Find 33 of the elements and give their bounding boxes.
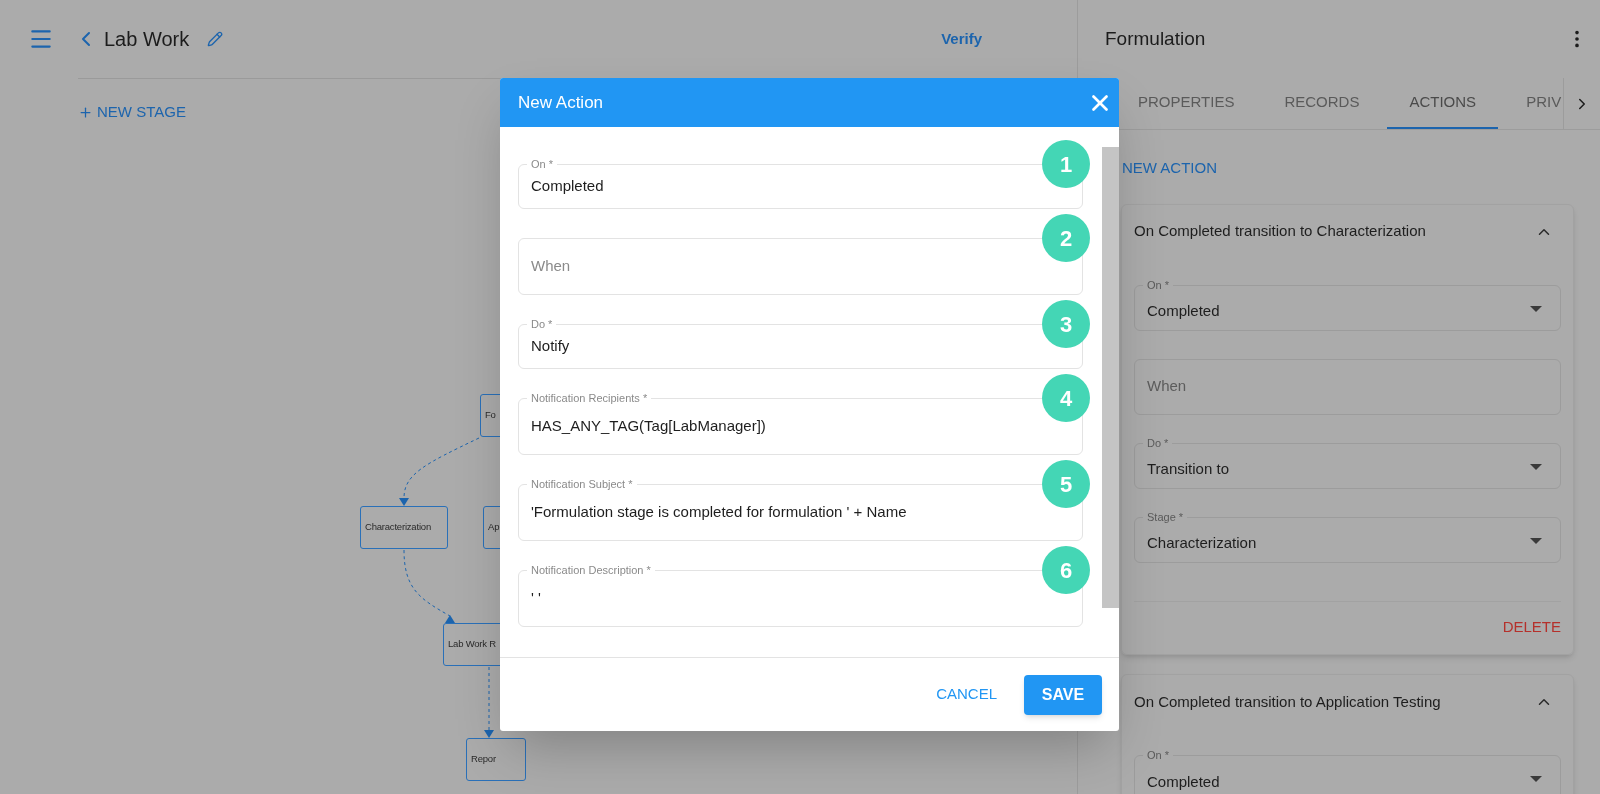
tab[interactable]: ACTIONS bbox=[1387, 78, 1499, 129]
edit-icon[interactable] bbox=[207, 31, 224, 47]
dialog-title: New Action bbox=[518, 91, 604, 114]
caret-icon bbox=[1530, 305, 1542, 312]
stage-node[interactable]: Characterization bbox=[360, 505, 448, 549]
step-badge: 4 bbox=[1042, 374, 1090, 422]
field-value: Completed bbox=[531, 176, 604, 197]
caret-icon bbox=[1530, 537, 1542, 544]
field-value: Completed bbox=[1147, 771, 1220, 792]
panel-title: Formulation bbox=[1105, 26, 1206, 51]
caret-icon bbox=[1530, 463, 1542, 470]
action-title: On Completed transition to Characterization bbox=[1134, 221, 1426, 242]
field-value: Completed bbox=[1147, 301, 1220, 322]
step-badge: 1 bbox=[1042, 140, 1090, 188]
field-value: 'Formulation stage is completed for formulation ' + Name bbox=[531, 502, 907, 523]
caret-icon bbox=[1530, 776, 1542, 782]
field-value: Characterization bbox=[1147, 533, 1257, 554]
field-value: Transition to bbox=[1147, 459, 1229, 480]
stage-node[interactable]: Repor bbox=[466, 737, 526, 781]
action-title: On Completed transition to Application Testing bbox=[1134, 691, 1441, 712]
field-value: Notify bbox=[531, 336, 570, 357]
field-value: ' ' bbox=[531, 588, 541, 609]
field-value: HAS_ANY_TAG(Tag[LabManager]) bbox=[531, 416, 766, 437]
step-badge: 2 bbox=[1042, 214, 1090, 262]
page-title: Lab Work bbox=[104, 27, 190, 52]
step-badge: 3 bbox=[1042, 300, 1090, 348]
connector-arrow bbox=[484, 666, 494, 738]
step-badge: 6 bbox=[1042, 546, 1090, 594]
field-placeholder: When bbox=[531, 256, 571, 277]
step-badge: 5 bbox=[1042, 460, 1090, 508]
scrollbar[interactable] bbox=[1102, 147, 1119, 608]
field-placeholder: When bbox=[1147, 376, 1187, 397]
plus-icon bbox=[78, 104, 93, 120]
